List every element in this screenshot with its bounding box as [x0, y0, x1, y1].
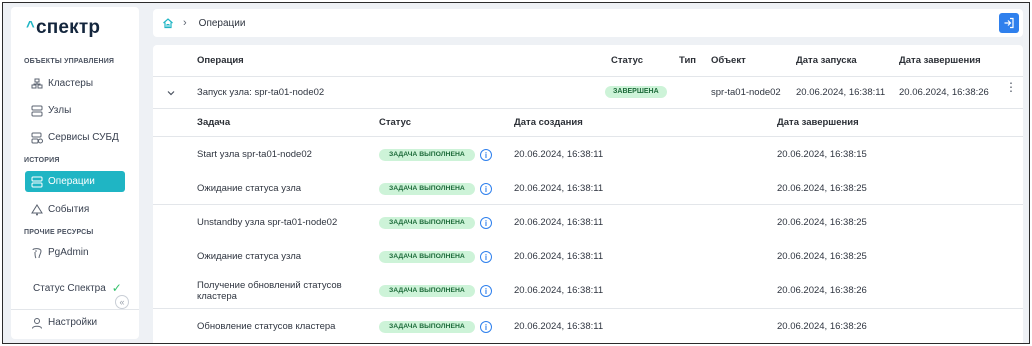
database-settings-icon [31, 132, 43, 143]
task-name: Ожидание статуса узла [197, 251, 302, 262]
col-operation[interactable]: Операция [197, 55, 244, 66]
chevron-right-icon: › [183, 17, 187, 29]
col-end[interactable]: Дата завершения [899, 55, 981, 66]
sidebar-item-operations[interactable]: Операции [25, 171, 125, 192]
pgadmin-icon [32, 247, 42, 258]
task-name: Start узла spr-ta01-node02 [197, 149, 312, 160]
task-status-badge: ЗАДАЧА ВЫПОЛНЕНА [379, 217, 475, 229]
sidebar-item-label: Настройки [48, 317, 98, 328]
spectr-status[interactable]: Статус Спектра ✓ [33, 281, 122, 295]
task-created: 20.06.2024, 16:38:11 [514, 285, 604, 296]
tasks-header: Задача Статус Дата создания Дата заверше… [153, 109, 1023, 137]
col-task-finished: Дата завершения [777, 117, 859, 128]
info-icon[interactable]: i [480, 217, 492, 229]
sidebar-item-pgadmin[interactable]: PgAdmin [25, 242, 125, 263]
task-finished: 20.06.2024, 16:38:26 [777, 321, 867, 332]
info-icon[interactable]: i [480, 285, 492, 297]
task-name: Получение обновлений статусов кластера [197, 280, 342, 302]
logo[interactable]: ^спектр [26, 17, 100, 39]
task-row[interactable]: Unstandby узла spr-ta01-node02 ЗАДАЧА ВЫП… [153, 205, 1023, 239]
task-created: 20.06.2024, 16:38:11 [514, 251, 604, 262]
task-name: Обновление статусов кластера [197, 321, 336, 332]
task-finished: 20.06.2024, 16:38:26 [777, 285, 867, 296]
status-label: Статус Спектра [33, 282, 106, 294]
operation-row[interactable]: Запуск узла: spr-ta01-node02 ЗАВЕРШЕНА s… [153, 77, 1023, 109]
task-status-badge: ЗАДАЧА ВЫПОЛНЕНА [379, 321, 475, 333]
events-icon [31, 203, 43, 215]
app-window: ^спектр ОБЪЕКТЫ УПРАВЛЕНИЯ Кластеры Узлы… [2, 2, 1030, 344]
col-status[interactable]: Статус [611, 55, 643, 66]
info-icon[interactable]: i [480, 251, 492, 263]
sidebar-item-dbms[interactable]: Сервисы СУБД [25, 127, 125, 148]
col-task: Задача [197, 117, 231, 128]
sidebar-item-label: Операции [48, 176, 95, 187]
sidebar-item-nodes[interactable]: Узлы [25, 100, 125, 121]
task-row[interactable]: Получение обновлений статусов кластера ЗА… [153, 273, 1023, 309]
task-created: 20.06.2024, 16:38:11 [514, 321, 604, 332]
status-badge: ЗАВЕРШЕНА [605, 86, 667, 98]
sidebar-item-label: Кластеры [48, 78, 93, 89]
breadcrumb-current: Операции [198, 17, 246, 29]
info-icon[interactable]: i [480, 321, 492, 333]
task-created: 20.06.2024, 16:38:11 [514, 183, 604, 194]
col-task-created: Дата создания [514, 117, 583, 128]
task-row[interactable]: Ожидание статуса узла ЗАДАЧА ВЫПОЛНЕНА i 20… [153, 171, 1023, 205]
operation-name: Запуск узла: spr-ta01-node02 [197, 87, 325, 98]
logout-button[interactable] [999, 13, 1019, 33]
collapse-sidebar-button[interactable]: « [115, 295, 129, 309]
sidebar: ^спектр ОБЪЕКТЫ УПРАВЛЕНИЯ Кластеры Узлы… [11, 7, 139, 339]
task-status-badge: ЗАДАЧА ВЫПОЛНЕНА [379, 251, 475, 263]
task-finished: 20.06.2024, 16:38:25 [777, 183, 867, 194]
topbar: › Операции [153, 9, 1023, 37]
task-created: 20.06.2024, 16:38:11 [514, 217, 604, 228]
task-row[interactable]: Start узла spr-ta01-node02 ЗАДАЧА ВЫПОЛНЕ… [153, 137, 1023, 171]
col-object[interactable]: Объект [711, 55, 746, 66]
sidebar-item-label: Сервисы СУБД [48, 132, 119, 143]
task-status-badge: ЗАДАЧА ВЫПОЛНЕНА [379, 183, 475, 195]
sidebar-item-clusters[interactable]: Кластеры [25, 73, 125, 94]
cluster-icon [31, 78, 43, 88]
operations-icon [31, 176, 43, 187]
info-icon[interactable]: i [480, 183, 492, 195]
task-row[interactable]: Обновление статусов кластера ЗАДАЧА ВЫПОЛ… [153, 309, 1023, 343]
sidebar-item-label: События [48, 204, 90, 215]
sidebar-item-events[interactable]: События [25, 199, 125, 220]
sidebar-item-settings[interactable]: Настройки [25, 312, 125, 333]
chevron-down-icon[interactable] [166, 88, 176, 98]
col-start[interactable]: Дата запуска [796, 55, 857, 66]
info-icon[interactable]: i [480, 149, 492, 161]
section-title-history: ИСТОРИЯ [24, 157, 60, 164]
server-icon [31, 105, 43, 116]
task-finished: 20.06.2024, 16:38:25 [777, 251, 867, 262]
operations-table: Операция Статус Тип Объект Дата запуска … [153, 45, 1023, 343]
task-name: Unstandby узла spr-ta01-node02 [197, 217, 338, 228]
task-row[interactable]: Ожидание статуса узла ЗАДАЧА ВЫПОЛНЕНА i 20… [153, 239, 1023, 273]
operation-object: spr-ta01-node02 [711, 87, 781, 98]
col-task-status: Статус [379, 117, 412, 128]
home-icon[interactable] [162, 17, 174, 29]
task-status-badge: ЗАДАЧА ВЫПОЛНЕНА [379, 149, 475, 161]
section-title-management: ОБЪЕКТЫ УПРАВЛЕНИЯ [24, 58, 115, 65]
task-finished: 20.06.2024, 16:38:15 [777, 149, 867, 160]
logo-caret: ^ [26, 18, 35, 35]
operation-end: 20.06.2024, 16:38:26 [899, 87, 989, 98]
more-actions-icon[interactable]: ⋮ [1005, 81, 1017, 93]
logout-icon [1004, 17, 1014, 29]
section-title-other: ПРОЧИЕ РЕСУРСЫ [24, 229, 94, 236]
task-status-badge: ЗАДАЧА ВЫПОЛНЕНА [379, 285, 475, 297]
task-name: Ожидание статуса узла [197, 183, 302, 194]
task-finished: 20.06.2024, 16:38:25 [777, 217, 867, 228]
logo-text: спектр [35, 17, 101, 38]
sidebar-divider [11, 309, 139, 310]
task-created: 20.06.2024, 16:38:11 [514, 149, 604, 160]
col-type[interactable]: Тип [679, 55, 696, 66]
operation-start: 20.06.2024, 16:38:11 [796, 87, 886, 98]
check-icon: ✓ [111, 281, 122, 295]
table-header: Операция Статус Тип Объект Дата запуска … [153, 45, 1023, 77]
user-icon [32, 317, 42, 329]
sidebar-item-label: Узлы [48, 105, 72, 116]
sidebar-item-label: PgAdmin [48, 247, 89, 258]
